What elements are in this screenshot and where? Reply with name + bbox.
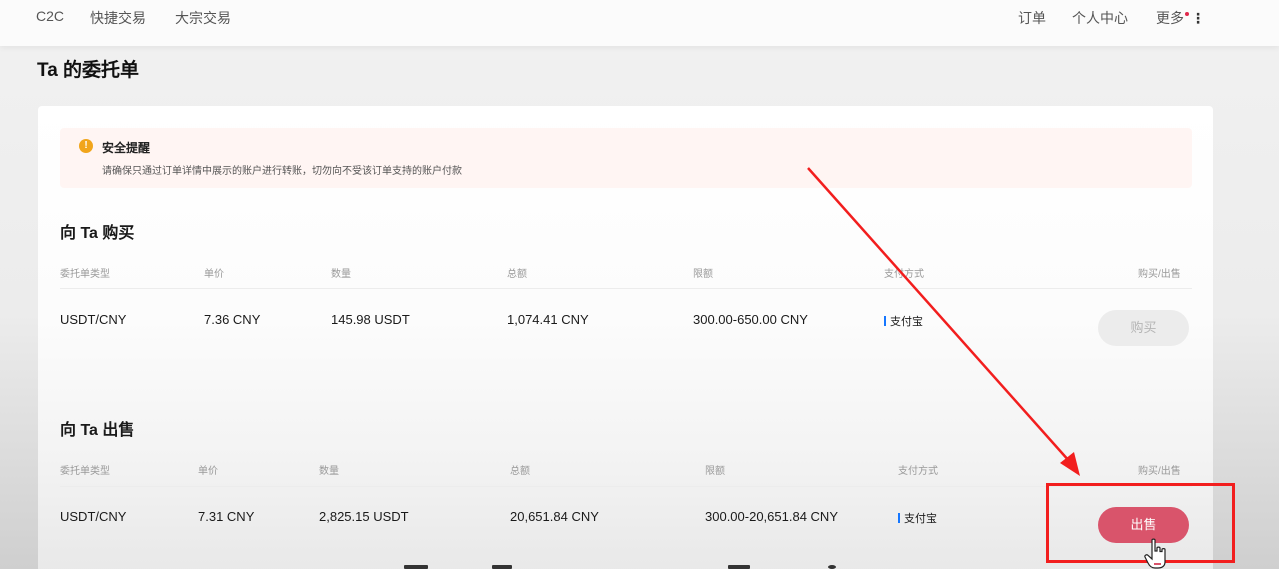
hand-pointer-icon	[1144, 538, 1166, 569]
bottom-toolbar-partial	[400, 563, 880, 569]
annotation-highlight-box	[1046, 483, 1235, 563]
